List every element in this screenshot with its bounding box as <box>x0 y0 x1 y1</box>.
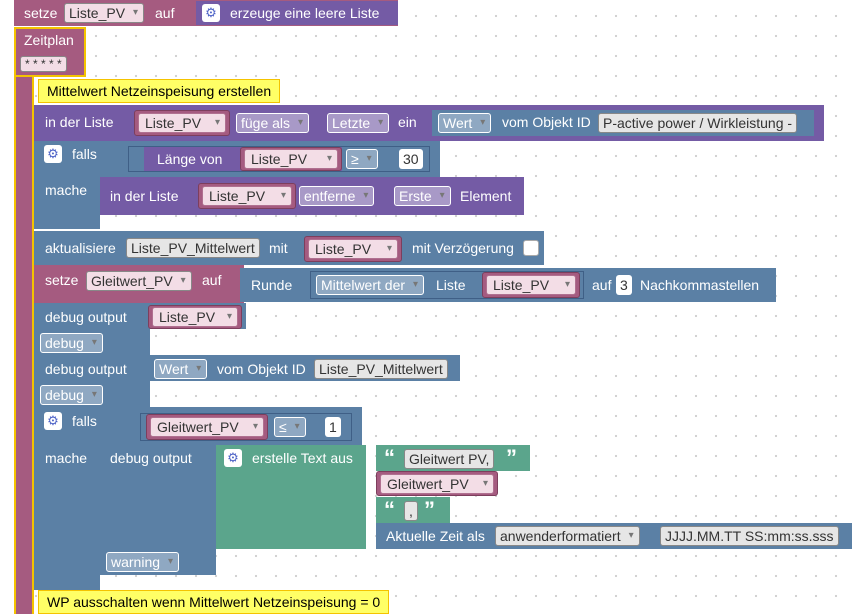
debug-output-label: debug output <box>45 309 127 325</box>
object-id-field[interactable]: P-active power / Wirkleistung - <box>598 113 798 133</box>
log-level-dropdown[interactable]: warning <box>106 552 180 572</box>
gear-icon[interactable]: ⚙ <box>44 412 62 430</box>
var-gleitwert[interactable]: Gleitwert_PV <box>146 414 268 440</box>
var-label: Gleitwert_PV <box>380 474 494 494</box>
var-label: Liste_PV <box>202 186 292 206</box>
falls-label: falls <box>72 413 97 429</box>
comment-2[interactable]: WP ausschalten wenn Mittelwert Netzeinsp… <box>38 590 390 614</box>
operator-dropdown[interactable]: ≥ <box>346 149 378 169</box>
create-text-label: erstelle Text aus <box>252 450 353 466</box>
gear-icon[interactable]: ⚙ <box>224 449 242 467</box>
var-label: Liste_PV <box>486 275 576 295</box>
var-label: Liste_PV <box>308 239 398 259</box>
var-label: Gleitwert_PV <box>150 417 264 437</box>
log-level-dropdown[interactable]: debug <box>40 333 103 353</box>
var-liste-pv[interactable]: Liste_PV <box>304 236 402 262</box>
var-dropdown-liste-pv[interactable]: Liste_PV <box>64 3 145 23</box>
setze-label: setze <box>45 272 79 288</box>
close-quote-icon: ” <box>424 497 435 522</box>
setze-label: setze <box>24 5 58 21</box>
number-input[interactable]: 30 <box>399 149 423 169</box>
position-dropdown[interactable]: Letzte <box>327 113 390 133</box>
var-gleitwert[interactable]: Gleitwert_PV <box>376 471 498 496</box>
var-label: Liste_PV <box>152 307 238 327</box>
number-input[interactable]: 1 <box>325 417 341 437</box>
wert-dropdown[interactable]: Wert <box>154 359 208 379</box>
text-value-1[interactable]: Gleitwert PV, <box>404 449 495 469</box>
mode-dropdown[interactable]: entferne <box>299 186 375 206</box>
var-liste-pv[interactable]: Liste_PV <box>240 147 342 171</box>
var-liste-pv[interactable]: Liste_PV <box>148 305 242 329</box>
create-list-label: erzeuge eine leere Liste <box>230 5 380 21</box>
wert-dropdown[interactable]: Wert <box>438 113 492 133</box>
gear-icon[interactable]: ⚙ <box>202 4 220 22</box>
schedule-block-spine <box>14 77 34 614</box>
schedule-label: Zeitplan <box>24 32 74 48</box>
in-der-liste-label: in der Liste <box>45 114 114 130</box>
delay-label: mit Verzögerung <box>412 240 514 256</box>
element-label: Element <box>460 188 512 204</box>
var-label: Liste_PV <box>138 113 226 133</box>
object-id-field[interactable]: Liste_PV_Mittelwert <box>314 359 448 379</box>
mean-dropdown[interactable]: Mittelwert der <box>316 275 425 295</box>
format-dropdown[interactable]: anwenderformatiert <box>495 526 640 546</box>
var-liste-pv[interactable]: Liste_PV <box>134 110 230 136</box>
log-level-dropdown[interactable]: debug <box>40 385 103 405</box>
open-quote-icon: “ <box>384 445 395 470</box>
close-quote-icon: ” <box>506 445 517 470</box>
auf-label: auf <box>202 272 222 288</box>
mode-dropdown[interactable]: füge als <box>236 113 310 133</box>
auf-label-2: auf <box>592 277 612 293</box>
open-quote-icon: “ <box>384 497 395 522</box>
vom-objekt-label: vom Objekt ID <box>502 114 591 130</box>
debug-output-label: debug output <box>110 450 192 466</box>
cron-input[interactable]: * * * * * <box>20 56 67 72</box>
debug-output-label: debug output <box>45 361 127 377</box>
time-label: Aktuelle Zeit als <box>386 528 485 544</box>
text-value-2[interactable]: , <box>404 501 418 521</box>
var-liste-pv[interactable]: Liste_PV <box>198 183 296 209</box>
liste-label: Liste <box>436 277 466 293</box>
delay-checkbox[interactable] <box>523 240 539 256</box>
ein-label: ein <box>398 114 417 130</box>
comment-1[interactable]: Mittelwert Netzeinspeisung erstellen <box>38 79 281 103</box>
position-dropdown[interactable]: Erste <box>394 186 451 206</box>
nachkomma-label: Nachkommastellen <box>640 277 760 293</box>
mache-label: mache <box>45 450 88 466</box>
gear-icon[interactable]: ⚙ <box>44 145 62 163</box>
decimals-input[interactable]: 3 <box>616 275 632 295</box>
aktualisiere-label: aktualisiere <box>45 240 116 256</box>
var-label: Liste_PV <box>244 149 338 169</box>
operator-dropdown[interactable]: ≤ <box>274 417 306 437</box>
time-pattern-field[interactable]: JJJJ.MM.TT SS:mm:ss.sss <box>660 526 839 546</box>
mache-label: mache <box>45 182 88 198</box>
laenge-label: Länge von <box>157 151 223 167</box>
falls-label: falls <box>72 146 97 162</box>
vom-objekt-label: vom Objekt ID <box>217 361 306 377</box>
mit-label: mit <box>269 240 288 256</box>
runde-label: Runde <box>251 277 293 293</box>
in-der-liste-label: in der Liste <box>110 188 179 204</box>
var-liste-pv[interactable]: Liste_PV <box>482 272 580 298</box>
auf-label: auf <box>155 5 175 21</box>
target-field[interactable]: Liste_PV_Mittelwert <box>126 238 260 258</box>
var-dropdown-gleitwert[interactable]: Gleitwert_PV <box>86 271 192 291</box>
